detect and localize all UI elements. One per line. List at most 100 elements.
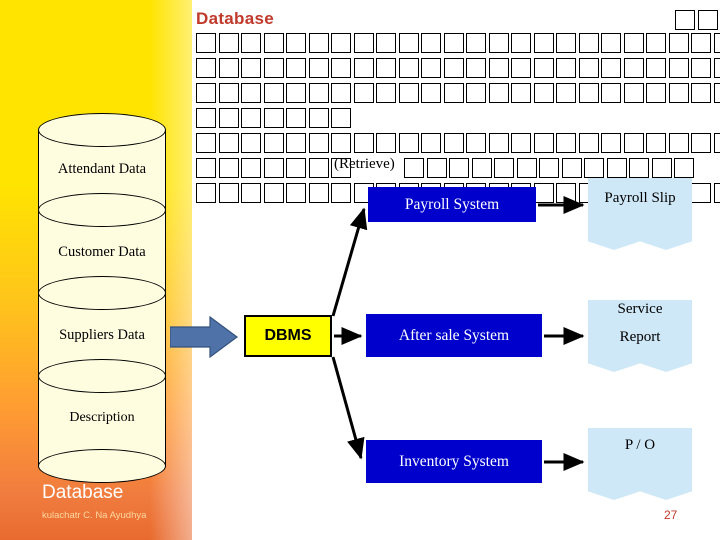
missing-glyph-box — [196, 83, 216, 103]
missing-glyph-box — [488, 33, 509, 53]
missing-glyph-box — [511, 33, 531, 53]
missing-glyph-box — [286, 183, 306, 203]
missing-glyph-box — [308, 33, 329, 53]
missing-glyph-box — [331, 133, 351, 153]
missing-glyph-box — [308, 108, 329, 128]
document-label-report: Report — [619, 329, 661, 345]
garbled-text-row — [675, 10, 720, 30]
cylinder-label-description: Description — [69, 410, 135, 425]
missing-glyph-box — [556, 33, 576, 53]
missing-glyph-box — [646, 33, 666, 53]
missing-glyph-box — [218, 133, 239, 153]
footer-database-word: Database — [42, 482, 124, 503]
cylinder-top-ellipse — [38, 113, 166, 147]
missing-glyph-box — [713, 183, 720, 203]
garbled-text-row — [196, 58, 720, 78]
flow-arrow-to-dbms — [170, 316, 238, 358]
missing-glyph-box — [263, 183, 284, 203]
missing-glyph-box — [241, 183, 261, 203]
missing-glyph-box — [623, 83, 644, 103]
missing-glyph-box — [218, 83, 239, 103]
missing-glyph-box — [623, 58, 644, 78]
garbled-text-row — [196, 83, 720, 103]
missing-glyph-box — [623, 133, 644, 153]
dbms-box: DBMS — [244, 315, 332, 357]
missing-glyph-box — [713, 33, 720, 53]
cylinder-divider-3 — [38, 359, 166, 393]
missing-glyph-box — [218, 33, 239, 53]
document-label-service: Service — [617, 301, 663, 317]
garbled-text-row — [196, 108, 354, 128]
missing-glyph-box — [713, 58, 720, 78]
missing-glyph-box — [286, 158, 306, 178]
missing-glyph-box — [443, 133, 464, 153]
missing-glyph-box — [241, 33, 261, 53]
missing-glyph-box — [713, 133, 720, 153]
slide-canvas: Database Attendant Data Customer Data Su… — [0, 0, 720, 540]
missing-glyph-box — [241, 83, 261, 103]
missing-glyph-box — [398, 83, 419, 103]
missing-glyph-box — [668, 133, 689, 153]
page-title: Database — [196, 9, 274, 28]
missing-glyph-box — [449, 158, 469, 178]
missing-glyph-box — [353, 133, 374, 153]
missing-glyph-box — [584, 158, 604, 178]
system-box-payroll: Payroll System — [368, 187, 536, 222]
missing-glyph-box — [511, 58, 531, 78]
missing-glyph-box — [353, 83, 374, 103]
missing-glyph-box — [331, 83, 351, 103]
missing-glyph-box — [331, 33, 351, 53]
garbled-text-row — [404, 158, 697, 178]
missing-glyph-box — [443, 58, 464, 78]
author-credit: kulachatr C. Na Ayudhya — [42, 510, 147, 521]
missing-glyph-box — [623, 33, 644, 53]
missing-glyph-box — [601, 133, 621, 153]
page-number: 27 — [664, 508, 678, 522]
missing-glyph-box — [308, 183, 329, 203]
missing-glyph-box — [668, 83, 689, 103]
missing-glyph-box — [471, 158, 492, 178]
missing-glyph-box — [691, 83, 711, 103]
missing-glyph-box — [308, 158, 329, 178]
missing-glyph-box — [421, 83, 441, 103]
missing-glyph-box — [466, 133, 486, 153]
missing-glyph-box — [241, 133, 261, 153]
missing-glyph-box — [578, 83, 599, 103]
missing-glyph-box — [443, 83, 464, 103]
document-label-payroll-slip: Payroll Slip — [604, 190, 676, 206]
cylinder-label-customer-data: Customer Data — [58, 244, 146, 260]
missing-glyph-box — [398, 58, 419, 78]
missing-glyph-box — [196, 33, 216, 53]
missing-glyph-box — [308, 58, 329, 78]
document-payroll-slip — [588, 178, 692, 250]
missing-glyph-box — [331, 108, 351, 128]
missing-glyph-box — [646, 58, 666, 78]
missing-glyph-box — [651, 158, 672, 178]
missing-glyph-box — [376, 33, 396, 53]
missing-glyph-box — [353, 33, 374, 53]
missing-glyph-box — [286, 83, 306, 103]
missing-glyph-box — [218, 108, 239, 128]
retrieve-label: (Retrieve) — [334, 156, 395, 172]
missing-glyph-box — [511, 133, 531, 153]
missing-glyph-box — [691, 58, 711, 78]
missing-glyph-box — [426, 158, 447, 178]
missing-glyph-box — [241, 58, 261, 78]
missing-glyph-box — [629, 158, 649, 178]
garbled-text-row — [196, 33, 720, 53]
missing-glyph-box — [263, 33, 284, 53]
missing-glyph-box — [196, 183, 216, 203]
database-cylinder: Attendant Data Customer Data Suppliers D… — [38, 113, 166, 483]
missing-glyph-box — [556, 83, 576, 103]
missing-glyph-box — [691, 183, 711, 203]
missing-glyph-box — [516, 158, 537, 178]
missing-glyph-box — [606, 158, 627, 178]
missing-glyph-box — [533, 33, 554, 53]
cylinder-label-attendant-data: Attendant Data — [57, 161, 147, 177]
missing-glyph-box — [263, 133, 284, 153]
missing-glyph-box — [286, 58, 306, 78]
missing-glyph-box — [578, 33, 599, 53]
missing-glyph-box — [263, 158, 284, 178]
missing-glyph-box — [691, 133, 711, 153]
missing-glyph-box — [556, 133, 576, 153]
